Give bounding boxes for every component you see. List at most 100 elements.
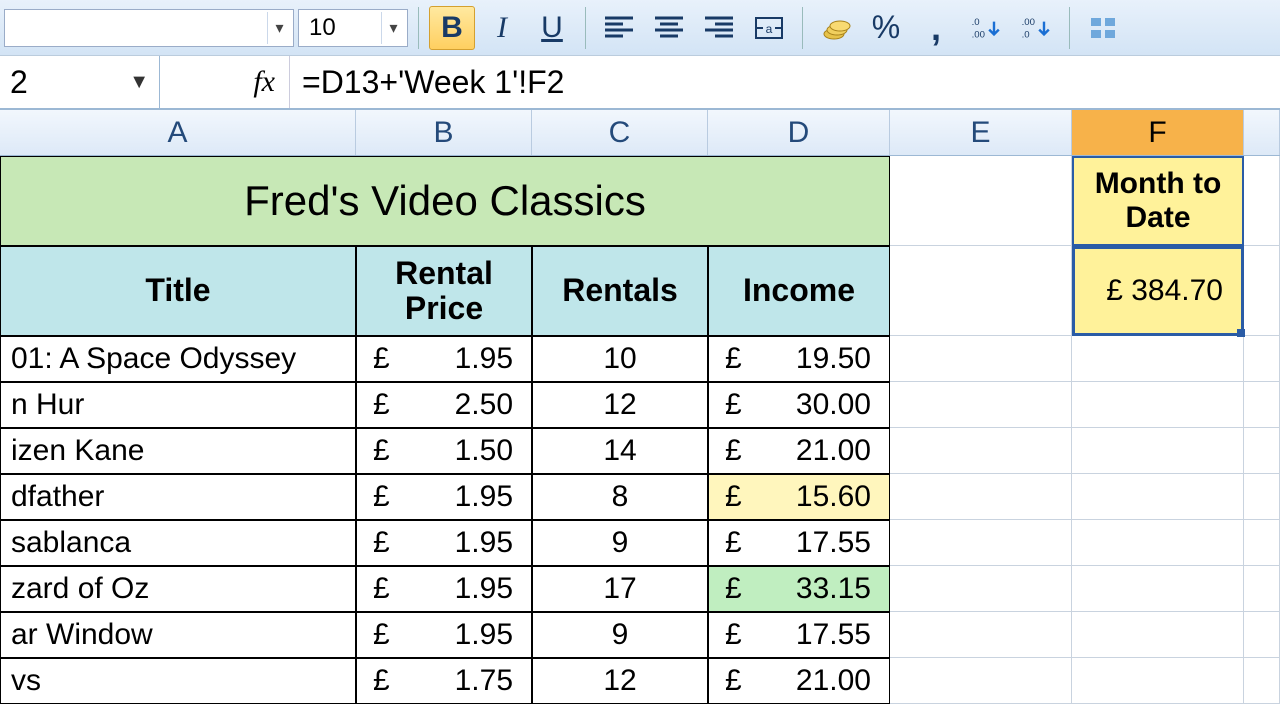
cell-rentals[interactable]: 17 bbox=[532, 566, 708, 612]
currency-button[interactable] bbox=[813, 6, 859, 50]
align-center-button[interactable] bbox=[646, 6, 692, 50]
col-header-F[interactable]: F bbox=[1072, 110, 1244, 155]
cell-rentals[interactable]: 12 bbox=[532, 382, 708, 428]
table-row: dfather£1.958£15.60 bbox=[0, 474, 1280, 520]
cell-income[interactable]: £21.00 bbox=[708, 428, 890, 474]
cell-title[interactable]: sablanca bbox=[0, 520, 356, 566]
cell-rental-price[interactable]: £1.95 bbox=[356, 474, 532, 520]
cell-blank[interactable] bbox=[1244, 612, 1280, 658]
cell-blank[interactable] bbox=[890, 612, 1072, 658]
header-title[interactable]: Title bbox=[0, 246, 356, 336]
cell-blank[interactable] bbox=[1244, 566, 1280, 612]
cell-blank[interactable] bbox=[1244, 520, 1280, 566]
col-header-extra[interactable] bbox=[1244, 110, 1280, 155]
align-left-button[interactable] bbox=[596, 6, 642, 50]
cell-blank[interactable] bbox=[1244, 382, 1280, 428]
cell-rentals[interactable]: 14 bbox=[532, 428, 708, 474]
cell-rentals[interactable]: 12 bbox=[532, 658, 708, 704]
cell-rental-price[interactable]: £1.50 bbox=[356, 428, 532, 474]
cell-title[interactable]: vs bbox=[0, 658, 356, 704]
col-header-B[interactable]: B bbox=[356, 110, 532, 155]
toolbar-separator bbox=[418, 7, 419, 49]
cell-title[interactable]: zard of Oz bbox=[0, 566, 356, 612]
cell-income[interactable]: £15.60 bbox=[708, 474, 890, 520]
cell-title[interactable]: dfather bbox=[0, 474, 356, 520]
cell-blank[interactable] bbox=[1072, 474, 1244, 520]
cell-blank[interactable] bbox=[1072, 336, 1244, 382]
name-box[interactable]: 2 ▼ bbox=[0, 56, 160, 108]
header-rentals[interactable]: Rentals bbox=[532, 246, 708, 336]
cell-income[interactable]: £33.15 bbox=[708, 566, 890, 612]
grid-rows: Fred's Video Classics Month to Date Titl… bbox=[0, 156, 1280, 704]
cell-blank[interactable] bbox=[890, 336, 1072, 382]
decrease-decimal-button[interactable]: .00.0 bbox=[1013, 6, 1059, 50]
cell-blank[interactable] bbox=[1244, 156, 1280, 246]
font-name-combo[interactable]: ▾ bbox=[4, 9, 294, 47]
cell-title[interactable]: ar Window bbox=[0, 612, 356, 658]
cell-blank[interactable] bbox=[890, 382, 1072, 428]
cell-blank[interactable] bbox=[890, 658, 1072, 704]
cell-income[interactable]: £30.00 bbox=[708, 382, 890, 428]
cell-blank[interactable] bbox=[1072, 382, 1244, 428]
comma-style-button[interactable]: , bbox=[913, 6, 959, 50]
merge-center-button[interactable]: a bbox=[746, 6, 792, 50]
cell-blank[interactable] bbox=[890, 428, 1072, 474]
cell-rental-price[interactable]: £2.50 bbox=[356, 382, 532, 428]
insert-function-button[interactable]: fx bbox=[160, 56, 290, 108]
cell-blank[interactable] bbox=[890, 474, 1072, 520]
cell-blank[interactable] bbox=[1072, 612, 1244, 658]
cell-blank[interactable] bbox=[890, 566, 1072, 612]
cell-blank[interactable] bbox=[1244, 336, 1280, 382]
spreadsheet-grid[interactable]: A B C D E F Fred's Video Classics Month … bbox=[0, 110, 1280, 704]
col-header-A[interactable]: A bbox=[0, 110, 356, 155]
align-right-button[interactable] bbox=[696, 6, 742, 50]
svg-text:a: a bbox=[766, 22, 773, 36]
toolbar-separator bbox=[1069, 7, 1070, 49]
header-rental-price[interactable]: Rental Price bbox=[356, 246, 532, 336]
month-to-date-header[interactable]: Month to Date bbox=[1072, 156, 1244, 246]
cell-blank[interactable] bbox=[1244, 474, 1280, 520]
cell-blank[interactable] bbox=[1072, 658, 1244, 704]
col-header-E[interactable]: E bbox=[890, 110, 1072, 155]
bold-button[interactable]: B bbox=[429, 6, 475, 50]
cell-rentals[interactable]: 8 bbox=[532, 474, 708, 520]
cell-title[interactable]: 01: A Space Odyssey bbox=[0, 336, 356, 382]
cell-blank[interactable] bbox=[1244, 658, 1280, 704]
cell-rental-price[interactable]: £1.95 bbox=[356, 336, 532, 382]
cell-blank[interactable] bbox=[1072, 520, 1244, 566]
more-button[interactable] bbox=[1080, 6, 1126, 50]
cell-rental-price[interactable]: £1.95 bbox=[356, 566, 532, 612]
cell-income[interactable]: £17.55 bbox=[708, 612, 890, 658]
cell-blank[interactable] bbox=[1072, 566, 1244, 612]
formula-input[interactable]: =D13+'Week 1'!F2 bbox=[290, 64, 1280, 101]
percent-button[interactable]: % bbox=[863, 6, 909, 50]
col-header-C[interactable]: C bbox=[532, 110, 708, 155]
cell-rental-price[interactable]: £1.95 bbox=[356, 520, 532, 566]
cell-rentals[interactable]: 9 bbox=[532, 612, 708, 658]
cell-blank[interactable] bbox=[1244, 246, 1280, 336]
col-header-D[interactable]: D bbox=[708, 110, 890, 155]
cell-blank[interactable] bbox=[1244, 428, 1280, 474]
cell-rental-price[interactable]: £1.95 bbox=[356, 612, 532, 658]
cell-income[interactable]: £21.00 bbox=[708, 658, 890, 704]
cell-rentals[interactable]: 9 bbox=[532, 520, 708, 566]
cell-blank[interactable] bbox=[890, 246, 1072, 336]
cell-income[interactable]: £19.50 bbox=[708, 336, 890, 382]
cell-rentals[interactable]: 10 bbox=[532, 336, 708, 382]
cell-blank[interactable] bbox=[890, 520, 1072, 566]
toolbar-separator bbox=[802, 7, 803, 49]
month-to-date-value[interactable]: £ 384.70 bbox=[1072, 246, 1244, 336]
cell-rental-price[interactable]: £1.75 bbox=[356, 658, 532, 704]
font-size-value: 10 bbox=[309, 14, 336, 42]
header-income[interactable]: Income bbox=[708, 246, 890, 336]
cell-title[interactable]: izen Kane bbox=[0, 428, 356, 474]
font-size-combo[interactable]: 10 ▾ bbox=[298, 9, 408, 47]
sheet-title[interactable]: Fred's Video Classics bbox=[0, 156, 890, 246]
underline-button[interactable]: U bbox=[529, 6, 575, 50]
cell-income[interactable]: £17.55 bbox=[708, 520, 890, 566]
cell-title[interactable]: n Hur bbox=[0, 382, 356, 428]
increase-decimal-button[interactable]: .0.00 bbox=[963, 6, 1009, 50]
cell-blank[interactable] bbox=[1072, 428, 1244, 474]
italic-button[interactable]: I bbox=[479, 6, 525, 50]
cell-blank[interactable] bbox=[890, 156, 1072, 246]
